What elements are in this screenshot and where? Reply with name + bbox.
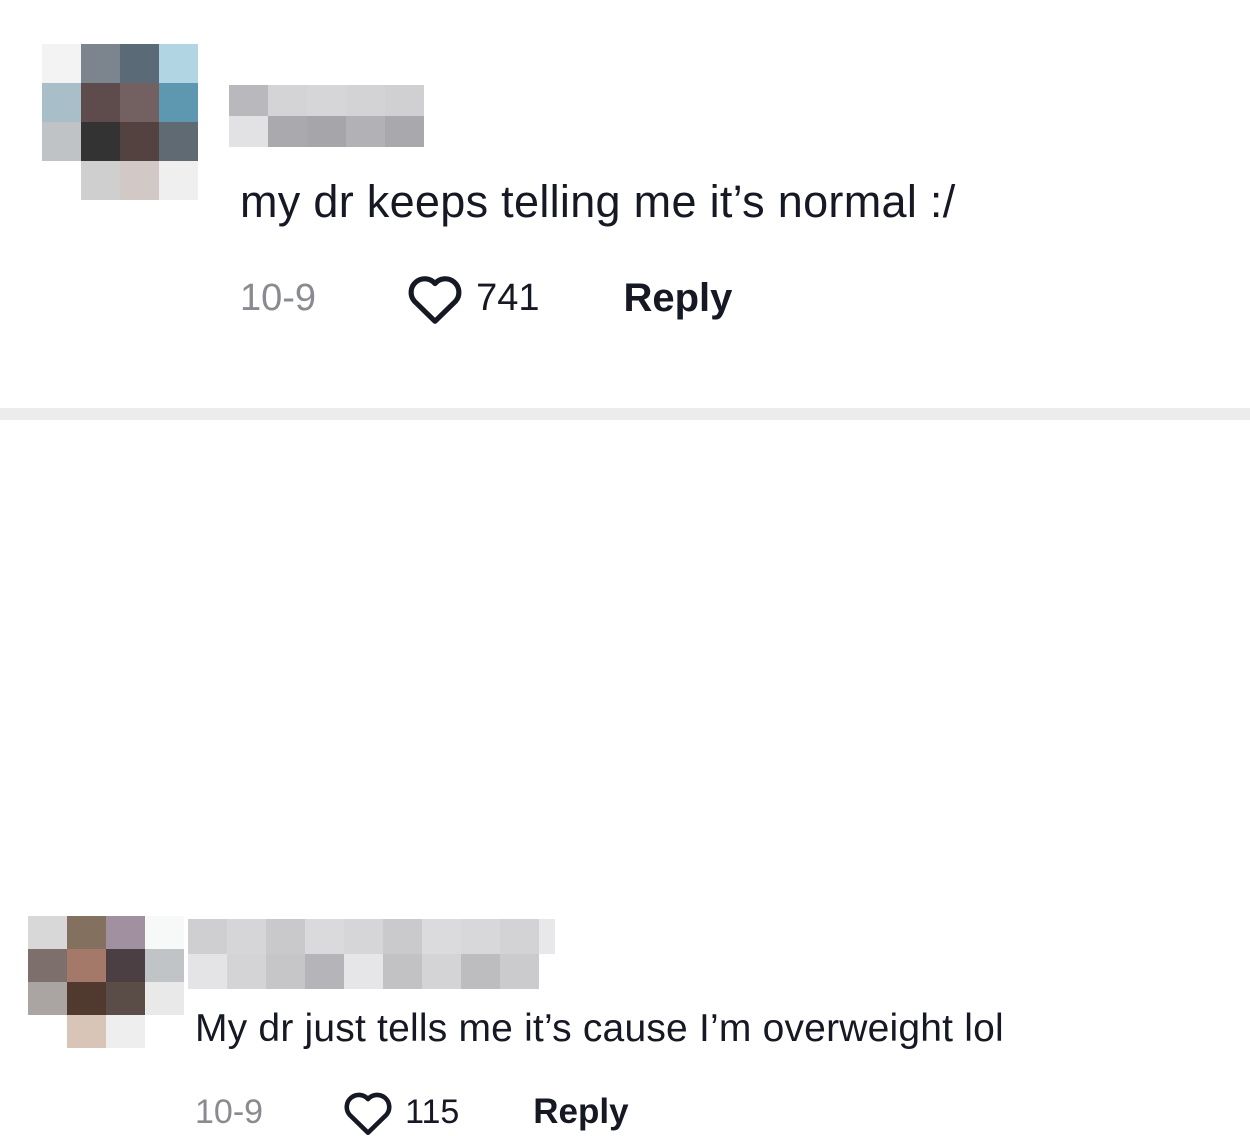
username-pixel	[227, 954, 266, 989]
like-count: 741	[476, 276, 540, 319]
avatar-pixel	[145, 982, 184, 1015]
avatar-pixel	[106, 982, 145, 1015]
avatar-pixel	[81, 83, 120, 122]
avatar-pixel	[159, 122, 198, 161]
avatar-pixel	[159, 83, 198, 122]
avatar-pixel	[42, 44, 81, 83]
avatar-pixel	[120, 161, 159, 200]
username-pixel	[383, 919, 422, 954]
avatar-pixel	[81, 122, 120, 161]
avatar-pixel	[145, 1015, 184, 1048]
avatar-pixel	[145, 949, 184, 982]
reply-button[interactable]: Reply	[623, 276, 732, 321]
avatar-pixel	[159, 44, 198, 83]
username-pixel	[385, 116, 424, 147]
username-pixel	[383, 954, 422, 989]
avatar-pixel	[42, 83, 81, 122]
username-pixel	[307, 85, 346, 116]
like-button[interactable]: 115	[341, 1088, 459, 1136]
username-blurred[interactable]	[188, 919, 555, 989]
username-pixel	[229, 85, 268, 116]
username-blurred[interactable]	[229, 85, 424, 147]
like-count: 115	[405, 1092, 460, 1131]
comment-text: my dr keeps telling me it’s normal :/	[240, 176, 956, 227]
username-pixel	[188, 919, 227, 954]
avatar-pixel	[67, 982, 106, 1015]
avatar-pixel	[67, 916, 106, 949]
username-pixel	[307, 116, 346, 147]
avatar-pixel	[120, 44, 159, 83]
comment-text: My dr just tells me it’s cause I’m overw…	[195, 1007, 1004, 1050]
username-pixel	[268, 116, 307, 147]
comment-meta: 10-9 115 Reply	[195, 1088, 629, 1136]
avatar-pixel	[42, 122, 81, 161]
avatar-pixel	[67, 1015, 106, 1048]
comment-1: my dr keeps telling me it’s normal :/ 10…	[0, 0, 1250, 408]
username-pixel	[344, 919, 383, 954]
avatar[interactable]	[42, 44, 198, 239]
username-pixel	[305, 919, 344, 954]
username-pixel	[385, 85, 424, 116]
avatar-pixel	[28, 982, 67, 1015]
avatar-pixel	[106, 1015, 145, 1048]
username-pixel	[305, 954, 344, 989]
username-pixel	[227, 919, 266, 954]
avatar-pixel	[120, 83, 159, 122]
username-pixel	[500, 919, 539, 954]
avatar-pixel	[106, 916, 145, 949]
avatar-pixel	[42, 161, 81, 200]
avatar-pixel	[159, 200, 198, 239]
avatar-pixel	[145, 916, 184, 949]
avatar-pixel	[106, 949, 145, 982]
avatar-pixel	[120, 122, 159, 161]
username-pixel	[268, 85, 307, 116]
username-pixel	[266, 919, 305, 954]
username-pixel	[266, 954, 305, 989]
comment-date: 10-9	[195, 1092, 264, 1131]
avatar-pixel	[120, 200, 159, 239]
avatar-pixel	[28, 916, 67, 949]
comment-divider	[0, 408, 1250, 420]
avatar-pixel	[42, 200, 81, 239]
comment-meta: 10-9 741 Reply	[240, 270, 732, 326]
like-button[interactable]: 741	[404, 271, 539, 325]
avatar-pixel	[159, 161, 198, 200]
avatar-pixel	[28, 949, 67, 982]
avatar[interactable]	[28, 916, 184, 1048]
username-pixel	[539, 919, 555, 954]
reply-button[interactable]: Reply	[533, 1092, 628, 1132]
avatar-pixel	[28, 1015, 67, 1048]
username-pixel	[229, 116, 268, 147]
username-pixel	[346, 116, 385, 147]
avatar-pixel	[67, 949, 106, 982]
heart-outline-icon	[408, 276, 462, 324]
avatar-pixel	[81, 161, 120, 200]
username-pixel	[188, 954, 227, 989]
username-pixel	[344, 954, 383, 989]
username-pixel	[461, 919, 500, 954]
username-pixel	[422, 954, 461, 989]
avatar-pixel	[81, 200, 120, 239]
username-pixel	[346, 85, 385, 116]
username-pixel	[461, 954, 500, 989]
heart-outline-icon	[344, 1092, 392, 1136]
comment-2: My dr just tells me it’s cause I’m overw…	[0, 420, 1250, 1136]
comment-date: 10-9	[240, 276, 317, 319]
username-pixel	[422, 919, 461, 954]
avatar-pixel	[81, 44, 120, 83]
username-pixel	[500, 954, 539, 989]
username-pixel	[539, 954, 555, 989]
